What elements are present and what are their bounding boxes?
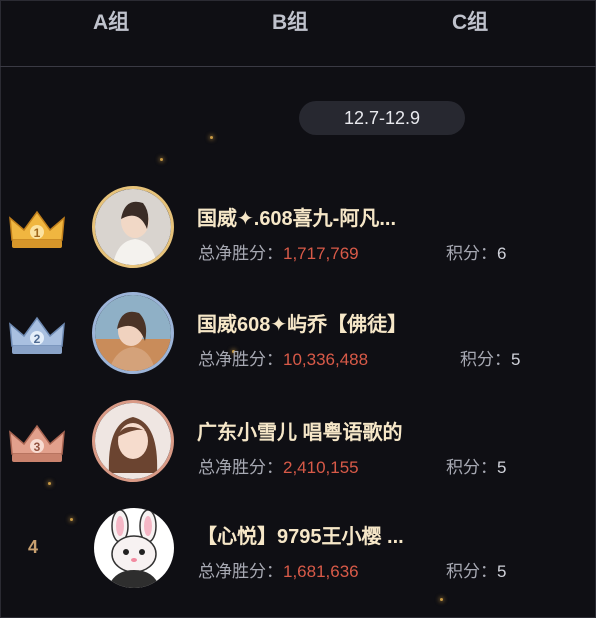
rank-number: 4 (28, 537, 39, 557)
bunny-avatar-image (94, 508, 174, 588)
net-score-label: 总净胜分： (198, 458, 283, 477)
points: 积分：5 (446, 557, 506, 582)
player-name: 广东小雪儿 唱粤语歌的 (197, 422, 403, 444)
points-value: 6 (497, 244, 507, 263)
sparkle-decoration (160, 158, 163, 161)
date-range-badge[interactable]: 12.7-12.9 (299, 101, 465, 135)
avatar-image (95, 295, 171, 371)
points: 积分：5 (460, 345, 520, 370)
rank-number: 3 (34, 440, 41, 454)
net-score-value: 10,336,488 (283, 350, 369, 369)
points-value: 5 (497, 562, 507, 581)
avatar[interactable] (92, 186, 174, 268)
net-score-label: 总净胜分： (198, 562, 283, 581)
player-name: 【心悦】9795王小樱 ... (197, 526, 404, 548)
ranking-row-2[interactable]: 2 国威608✦屿乔【佛徒】 总净胜分：10,336,488 积分：5 (0, 284, 596, 384)
points-label: 积分： (460, 350, 511, 369)
net-score-value: 1,717,769 (283, 244, 359, 263)
rank-number: 2 (34, 332, 41, 346)
gold-crown-icon: 1 (9, 210, 65, 248)
net-score: 总净胜分：1,717,769 (198, 239, 359, 264)
silver-crown-icon: 2 (9, 316, 65, 354)
avatar-image (95, 403, 171, 479)
player-name: 国威608✦屿乔【佛徒】 (197, 314, 408, 336)
points-value: 5 (497, 458, 507, 477)
net-score-label: 总净胜分： (198, 350, 283, 369)
rank-number: 1 (34, 226, 41, 240)
points-label: 积分： (446, 458, 497, 477)
avatar[interactable] (92, 400, 174, 482)
tab-group-a[interactable]: A组 (93, 6, 129, 36)
sparkle-decoration (210, 136, 213, 139)
net-score: 总净胜分：10,336,488 (198, 345, 368, 370)
avatar[interactable] (94, 508, 174, 588)
points-value: 5 (511, 350, 521, 369)
points: 积分：5 (446, 453, 506, 478)
group-tabs: A组 B组 C组 (0, 0, 596, 67)
net-score: 总净胜分：2,410,155 (198, 453, 359, 478)
net-score: 总净胜分：1,681,636 (198, 557, 359, 582)
avatar[interactable] (92, 292, 174, 374)
player-name: 国威✦.608喜九-阿凡... (197, 208, 397, 230)
avatar-image (95, 189, 171, 265)
points: 积分：6 (446, 239, 506, 264)
tab-group-c[interactable]: C组 (452, 6, 488, 36)
points-label: 积分： (446, 562, 497, 581)
tab-group-b[interactable]: B组 (272, 6, 308, 36)
ranking-row-4[interactable]: 4 【心悦】9795王小樱 ... 总净胜分：1,681,636 积分：5 (0, 500, 596, 600)
ranking-row-3[interactable]: 3 广东小雪儿 唱粤语歌的 总净胜分：2,410,155 积分：5 (0, 392, 596, 492)
points-label: 积分： (446, 244, 497, 263)
net-score-value: 2,410,155 (283, 458, 359, 477)
net-score-label: 总净胜分： (198, 244, 283, 263)
net-score-value: 1,681,636 (283, 562, 359, 581)
bronze-crown-icon: 3 (9, 424, 65, 462)
ranking-row-1[interactable]: 1 国威✦.608喜九-阿凡... 总净胜分：1,717,769 积分：6 (0, 178, 596, 278)
